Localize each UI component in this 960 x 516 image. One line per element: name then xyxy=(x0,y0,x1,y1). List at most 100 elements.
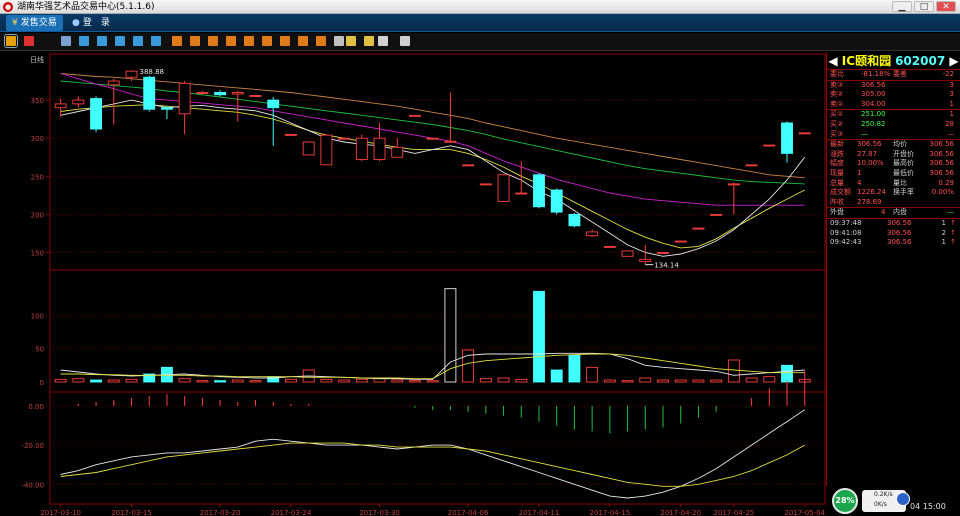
menu-bar: ¥ 发售交易 ● 登 录 xyxy=(0,14,960,32)
candle-body xyxy=(621,250,634,257)
macd-dea-line xyxy=(60,442,805,487)
next-arrow-icon[interactable]: ▶ xyxy=(949,54,958,68)
date-label: 2017-03-10 xyxy=(40,509,81,516)
candle-body xyxy=(462,164,475,167)
volume-bar xyxy=(320,378,333,383)
btn1-icon[interactable] xyxy=(172,36,182,46)
trend-icon[interactable] xyxy=(24,36,34,46)
f2-icon[interactable] xyxy=(97,36,107,46)
volume-bar xyxy=(745,377,758,383)
stat-value: 0.29 xyxy=(938,178,954,187)
stat-value: 4 xyxy=(857,178,862,187)
btn10-icon[interactable] xyxy=(334,36,344,46)
ma10-line xyxy=(60,104,805,249)
btn3-icon[interactable] xyxy=(208,36,218,46)
date-label: 2017-03-15 xyxy=(111,509,152,516)
volume-bar xyxy=(54,378,67,383)
minimize-button[interactable]: ▁ xyxy=(892,1,912,12)
weibi-value: -81.18% xyxy=(861,70,891,78)
stat-label: 最低价 xyxy=(893,168,914,177)
btn6-icon[interactable] xyxy=(262,36,272,46)
candle-body xyxy=(798,132,811,135)
speed-bubble-icon[interactable] xyxy=(896,492,910,506)
volume-bar xyxy=(674,379,687,383)
btn8-icon[interactable] xyxy=(298,36,308,46)
chart-svg: 日线 150 200 250 300 350 0 50 100 0.00 -20.00 -40.00 3… xyxy=(21,53,826,516)
quote-panel: ◀ IC颐和园 602007 ▶ 委比 -81.18% 委差 -22 卖③ 306.… xyxy=(826,52,960,486)
bid-row: 买③ — — xyxy=(827,130,960,140)
list-icon[interactable] xyxy=(61,36,71,46)
maximize-button[interactable]: □ xyxy=(914,1,934,12)
candle-body xyxy=(160,107,173,110)
stat-value: 306.56 xyxy=(857,140,882,149)
bid-label: 买① xyxy=(830,110,844,119)
tab-issue-trade[interactable]: ¥ 发售交易 xyxy=(6,15,63,31)
kline-icon[interactable] xyxy=(4,34,18,48)
ask-price: 304.00 xyxy=(861,99,886,108)
stat-row: 最新 306.56 均价 306.56 xyxy=(827,140,960,150)
candle-body xyxy=(391,146,404,158)
f3-icon[interactable] xyxy=(115,36,125,46)
tick-price: 306.56 xyxy=(887,228,912,237)
ask-label: 卖③ xyxy=(830,80,844,89)
candle-body xyxy=(249,95,262,97)
btn9-icon[interactable] xyxy=(316,36,326,46)
volume-bar xyxy=(603,379,616,383)
stat-value: 306.56 xyxy=(929,168,955,177)
candle-body xyxy=(479,183,492,186)
kline-chart[interactable]: 日线 150 200 250 300 350 0 50 100 0.00 -20.00 -40.00 3… xyxy=(0,52,826,516)
stat-value: 306.56 xyxy=(929,140,955,149)
f5-icon[interactable] xyxy=(151,36,161,46)
ask-price: 305.00 xyxy=(861,90,886,99)
btn4-icon[interactable] xyxy=(226,36,236,46)
close-button[interactable]: ✕ xyxy=(936,1,956,12)
weicha-label: 委差 xyxy=(893,70,907,78)
f4-icon[interactable] xyxy=(133,36,143,46)
stock-name: IC颐和园 xyxy=(841,54,892,68)
volume-bar xyxy=(72,378,85,383)
waipan-value: 4 xyxy=(881,208,886,217)
zoom-in-icon[interactable] xyxy=(346,36,356,46)
volume-bar xyxy=(125,378,138,383)
draw-icon[interactable] xyxy=(378,36,388,46)
volume-bar xyxy=(444,288,457,383)
bid-row: 买② 250.82 28 xyxy=(827,120,960,130)
btn7-icon[interactable] xyxy=(280,36,290,46)
network-gauge[interactable]: 28% xyxy=(832,488,858,514)
stat-label: 最新 xyxy=(830,140,844,149)
btn2-icon[interactable] xyxy=(190,36,200,46)
candle-body xyxy=(54,103,67,109)
zoom-out-icon[interactable] xyxy=(364,36,374,46)
prev-arrow-icon[interactable]: ◀ xyxy=(828,54,837,68)
stat-label: 总量 xyxy=(830,178,844,187)
candle-body xyxy=(214,92,227,96)
tab-login[interactable]: ● 登 录 xyxy=(66,15,116,31)
ask-list: 卖③ 306.56 3 卖② 305.00 3 卖① 304.00 1 xyxy=(827,81,960,110)
price-tick-label: 200 xyxy=(31,211,44,219)
volume-bar xyxy=(710,379,723,383)
date-label: 2017-05-04 xyxy=(784,509,825,516)
stat-label: 昨收 xyxy=(830,197,844,206)
volume-bar xyxy=(727,359,740,383)
candle-body xyxy=(320,134,333,166)
settings-icon[interactable] xyxy=(400,36,410,46)
volume-bar xyxy=(409,380,421,383)
bid-row: 买① 251.00 1 xyxy=(827,110,960,120)
coin-icon: ¥ xyxy=(12,18,18,28)
candle-body xyxy=(586,231,599,237)
candle-body xyxy=(90,98,103,130)
title-bar: ● 湖南华强艺术品交易中心(5.1.1.6) ▁ □ ✕ xyxy=(0,0,960,14)
candle-body xyxy=(497,174,510,202)
macd-tick-label: -20.00 xyxy=(21,442,44,450)
tab-issue-trade-label: 发售交易 xyxy=(20,18,57,28)
btn5-icon[interactable] xyxy=(244,36,254,46)
price-tick-label: 150 xyxy=(31,249,44,257)
ask-qty: 3 xyxy=(949,90,954,99)
f1-icon[interactable] xyxy=(79,36,89,46)
stat-label: 涨跌 xyxy=(830,149,844,158)
stat-value: 27.87 xyxy=(857,149,878,158)
price-tick-label: 300 xyxy=(31,135,44,143)
stat-value: 1226.24 xyxy=(857,188,886,197)
stat-value: 278.69 xyxy=(857,197,882,206)
bid-label: 买③ xyxy=(830,129,844,138)
